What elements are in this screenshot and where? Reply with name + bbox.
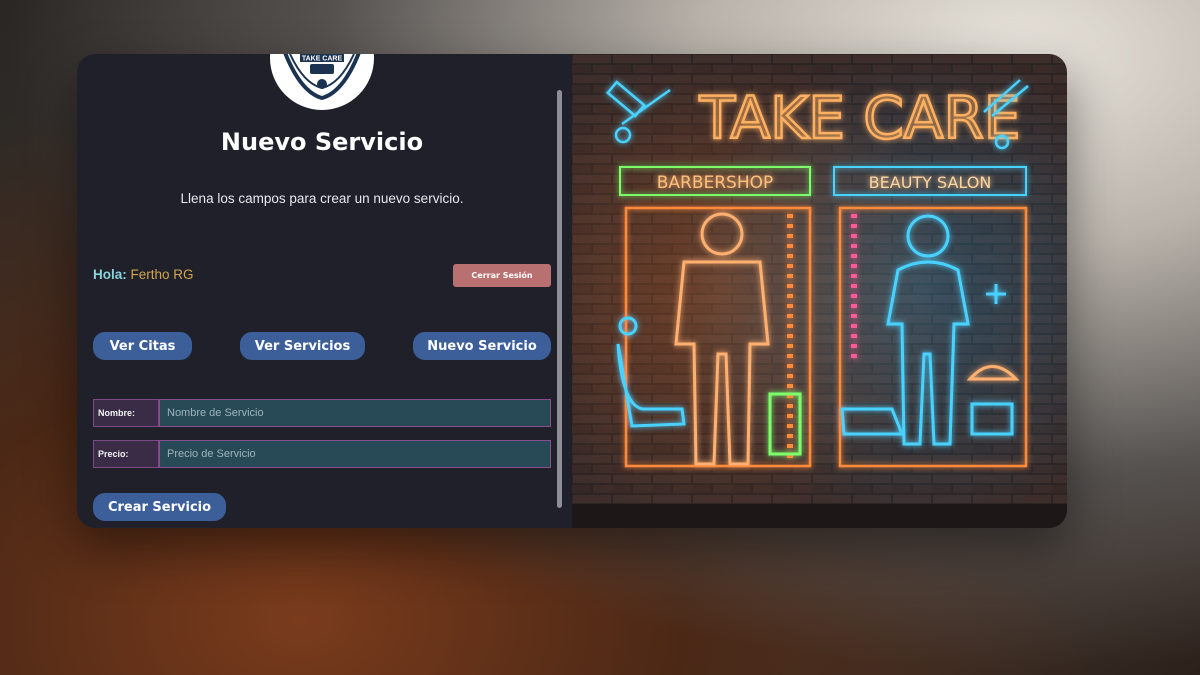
logo-text: TAKE CARE: [302, 56, 343, 63]
neon-salon-artwork: TAKE CARE BARBERSHOP BEAUTY SALON: [572, 54, 1067, 528]
page-title: Nuevo Servicio: [220, 128, 424, 156]
logo: TAKE CARE: [270, 54, 374, 110]
page-subtitle: Llena los campos para crear un nuevo ser…: [180, 191, 464, 206]
scrollbar[interactable]: [556, 90, 564, 508]
scrollbar-thumb[interactable]: [557, 90, 562, 508]
user-greeting: Hola: Fertho RG: [93, 267, 194, 282]
name-label: Nombre:: [93, 399, 159, 427]
form-panel: TAKE CARE Nuevo Servicio Llena los campo…: [77, 54, 572, 528]
hero-illustration: TAKE CARE BARBERSHOP BEAUTY SALON: [572, 54, 1067, 528]
create-service-button[interactable]: Crear Servicio: [93, 493, 226, 521]
view-services-button[interactable]: Ver Servicios: [240, 332, 365, 360]
price-field-row: Precio:: [93, 440, 551, 468]
service-name-input[interactable]: [159, 399, 551, 427]
logout-button[interactable]: Cerrar Sesión: [453, 264, 551, 287]
new-service-button[interactable]: Nuevo Servicio: [413, 332, 551, 360]
app-window: TAKE CARE Nuevo Servicio Llena los campo…: [77, 54, 1067, 528]
view-appointments-button[interactable]: Ver Citas: [93, 332, 192, 360]
user-name: Fertho RG: [130, 267, 194, 282]
name-field-row: Nombre:: [93, 399, 551, 427]
service-price-input[interactable]: [159, 440, 551, 468]
beauty-salon-sign: BEAUTY SALON: [869, 173, 992, 192]
neon-headline: TAKE CARE: [699, 84, 1021, 152]
greeting-label: Hola:: [93, 267, 127, 282]
barbershop-sign: BARBERSHOP: [657, 173, 774, 193]
logo-emblem-icon: TAKE CARE: [283, 54, 361, 101]
price-label: Precio:: [93, 440, 159, 468]
